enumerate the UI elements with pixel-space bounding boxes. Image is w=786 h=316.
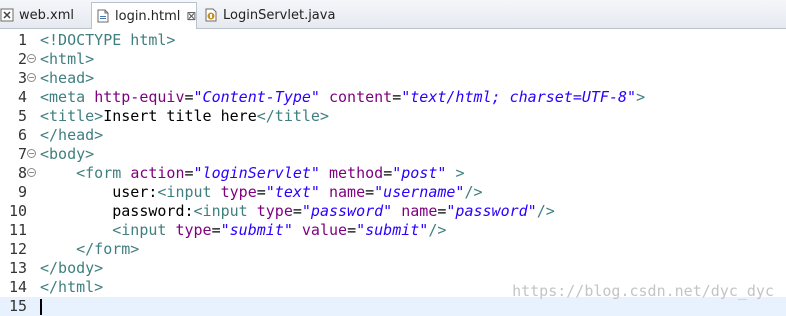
line-number: 12 — [8, 240, 27, 258]
code-line[interactable]: 10 password:<input type="password" name=… — [0, 202, 786, 221]
tab-web-xml[interactable]: web.xml — [0, 2, 84, 28]
line-number: 15 — [8, 297, 27, 315]
code-line[interactable]: 6 </head> — [0, 126, 786, 145]
code-text: </html> — [40, 278, 104, 296]
line-number: 4 — [17, 88, 27, 106]
html-file-icon — [96, 9, 110, 23]
code-text: </body> — [40, 259, 104, 277]
code-text: <!DOCTYPE html> — [40, 31, 176, 49]
line-number: 3 — [17, 69, 27, 87]
tab-label: LoginServlet.java — [223, 7, 336, 23]
close-icon[interactable]: ⊠ — [186, 10, 196, 22]
code-text: password:<input type="password" name="pa… — [40, 202, 555, 220]
code-line[interactable]: 11 <input type="submit" value="submit"/> — [0, 221, 786, 240]
code-line[interactable]: 7− <body> — [0, 145, 786, 164]
code-line[interactable]: 12 </form> — [0, 240, 786, 259]
line-number: 7 — [17, 145, 27, 163]
code-editor[interactable]: 1 <!DOCTYPE html> 2− <html> 3− <head> 4 <meta h… — [0, 29, 786, 316]
fold-toggle-icon[interactable]: − — [27, 54, 36, 63]
code-line[interactable]: 13 </body> — [0, 259, 786, 278]
line-number: 6 — [17, 126, 27, 144]
code-line[interactable]: 4 <meta http-equiv="Content-Type" content… — [0, 88, 786, 107]
code-text: <body> — [40, 145, 95, 163]
text-caret — [40, 299, 42, 315]
line-number: 11 — [8, 221, 27, 239]
code-text: <html> — [40, 50, 95, 68]
line-number: 9 — [17, 183, 27, 201]
line-number: 2 — [17, 50, 27, 68]
code-line[interactable]: 8− <form action="loginServlet" method="p… — [0, 164, 786, 183]
code-line[interactable]: 1 <!DOCTYPE html> — [0, 31, 786, 50]
java-file-icon — [204, 8, 218, 22]
watermark: https://blog.csdn.net/dyc_dyc — [512, 282, 774, 300]
tab-login-html[interactable]: login.html ⊠ — [91, 2, 197, 29]
line-number: 1 — [17, 31, 27, 49]
code-text: <meta http-equiv="Content-Type" content=… — [40, 88, 646, 106]
code-line[interactable]: 3− <head> — [0, 69, 786, 88]
tab-label: login.html — [115, 8, 181, 24]
code-text: </form> — [76, 240, 140, 258]
line-number: 13 — [8, 259, 27, 277]
line-number: 8 — [17, 164, 27, 182]
code-text: user:<input type="text" name="username"/… — [40, 183, 483, 201]
code-text: <form action="loginServlet" method="post… — [76, 164, 465, 182]
line-number: 10 — [8, 202, 27, 220]
line-number: 14 — [8, 278, 27, 296]
code-line[interactable]: 9 user:<input type="text" name="username… — [0, 183, 786, 202]
tab-label: web.xml — [19, 7, 74, 23]
fold-toggle-icon[interactable]: − — [27, 168, 36, 177]
xml-file-icon — [0, 8, 14, 22]
tab-loginservlet-java[interactable]: LoginServlet.java — [200, 2, 340, 28]
code-line[interactable]: 5 <title>Insert title here</title> — [0, 107, 786, 126]
line-number: 5 — [17, 107, 27, 125]
fold-toggle-icon[interactable]: − — [27, 73, 36, 82]
fold-toggle-icon[interactable]: − — [27, 149, 36, 158]
code-text: <head> — [40, 69, 95, 87]
code-text: <input type="submit" value="submit"/> — [112, 221, 447, 239]
editor-tab-bar: web.xml login.html ⊠ LoginServlet.java — [0, 0, 786, 29]
code-line[interactable]: 2− <html> — [0, 50, 786, 69]
code-text: <title>Insert title here</title> — [40, 107, 329, 125]
code-text: </head> — [40, 126, 104, 144]
